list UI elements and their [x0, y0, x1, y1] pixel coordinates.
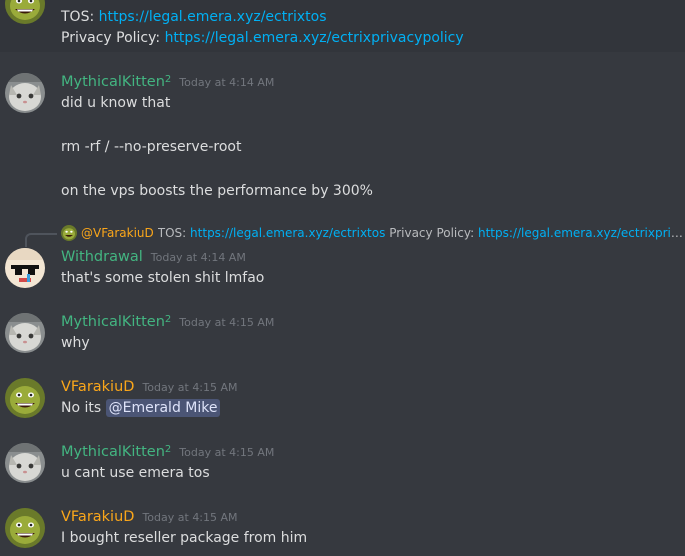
username-superscript: 2 [164, 314, 172, 325]
user-mention[interactable]: @Emerald Mike [105, 399, 221, 417]
avatar-mythicalkitten[interactable] [5, 73, 45, 113]
shrek-avatar-icon [5, 378, 45, 418]
reply-tos-label: TOS: [157, 226, 187, 240]
reply-avatar [61, 225, 77, 241]
message-text: why [61, 335, 90, 351]
privacy-link[interactable]: https://legal.emera.xyz/ectrixprivacypol… [165, 30, 464, 46]
username-vfarakiud[interactable]: VFarakiuD [61, 507, 134, 527]
cat-avatar-icon [5, 73, 45, 113]
tos-label: TOS: [61, 9, 95, 25]
username-withdrawal[interactable]: Withdrawal [61, 247, 143, 267]
message-text: No its @Emerald Mike [61, 398, 221, 418]
cat-avatar-icon [5, 313, 45, 353]
message-text: u cant use emera tos [61, 465, 210, 481]
timestamp[interactable]: Today at 4:15 AM [142, 511, 237, 524]
avatar-vfarakiud[interactable] [5, 508, 45, 548]
timestamp[interactable]: Today at 4:15 AM [179, 316, 274, 329]
chat-messages: TOS: https://legal.emera.xyz/ectrixtos P… [0, 0, 685, 556]
username-mythicalkitten[interactable]: MythicalKitten2 [61, 312, 171, 332]
message-text: did u know that [61, 95, 171, 111]
username-superscript: 2 [164, 74, 172, 85]
reply-tos-link[interactable]: https://legal.emera.xyz/ectrixtos [190, 226, 385, 240]
reply-preview[interactable]: @VFarakiuD TOS: https://legal.emera.xyz/… [61, 225, 685, 241]
reply-content: TOS: https://legal.emera.xyz/ectrixtos P… [158, 226, 685, 240]
pixel-face-avatar-icon [5, 248, 45, 288]
reply-privacy-link[interactable]: https://legal.emera.xyz/ectrixpriv... [478, 226, 685, 240]
message-header: MythicalKitten2 Today at 4:15 AM [61, 312, 274, 332]
username-mythicalkitten[interactable]: MythicalKitten2 [61, 442, 171, 462]
username-vfarakiud[interactable]: VFarakiuD [61, 377, 134, 397]
message-text: on the vps boosts the performance by 300… [61, 183, 373, 199]
avatar-withdrawal[interactable] [5, 248, 45, 288]
message-partial: TOS: https://legal.emera.xyz/ectrixtos P… [0, 0, 685, 52]
message-header: Withdrawal Today at 4:14 AM [61, 247, 246, 267]
message-text: that's some stolen shit lmfao [61, 270, 265, 286]
message-header: MythicalKitten2 Today at 4:14 AM [61, 72, 274, 92]
privacy-label: Privacy Policy: [61, 30, 161, 46]
avatar-mythicalkitten[interactable] [5, 443, 45, 483]
message-header: VFarakiuD Today at 4:15 AM [61, 377, 238, 397]
message-text: rm -rf / --no-preserve-root [61, 139, 242, 155]
reply-username[interactable]: @VFarakiuD [81, 226, 154, 240]
tos-link[interactable]: https://legal.emera.xyz/ectrixtos [99, 9, 327, 25]
avatar-vfarakiud[interactable] [5, 0, 45, 24]
tos-line: TOS: https://legal.emera.xyz/ectrixtos [61, 7, 327, 27]
shrek-avatar-icon [5, 0, 45, 24]
avatar-mythicalkitten[interactable] [5, 313, 45, 353]
shrek-avatar-icon [5, 508, 45, 548]
timestamp[interactable]: Today at 4:15 AM [179, 446, 274, 459]
reply-privacy-label: Privacy Policy: [389, 226, 475, 240]
username-superscript: 2 [164, 444, 172, 455]
privacy-line: Privacy Policy: https://legal.emera.xyz/… [61, 28, 464, 48]
timestamp[interactable]: Today at 4:14 AM [151, 251, 246, 264]
message-header: MythicalKitten2 Today at 4:15 AM [61, 442, 274, 462]
shrek-avatar-icon [61, 225, 77, 241]
avatar-vfarakiud[interactable] [5, 378, 45, 418]
reply-spine [25, 233, 57, 247]
timestamp[interactable]: Today at 4:15 AM [142, 381, 237, 394]
message-text-prefix: No its [61, 400, 102, 416]
timestamp[interactable]: Today at 4:14 AM [179, 76, 274, 89]
cat-avatar-icon [5, 443, 45, 483]
message-text: I bought reseller package from him [61, 530, 308, 546]
message-header: VFarakiuD Today at 4:15 AM [61, 507, 238, 527]
username-mythicalkitten[interactable]: MythicalKitten2 [61, 72, 171, 92]
